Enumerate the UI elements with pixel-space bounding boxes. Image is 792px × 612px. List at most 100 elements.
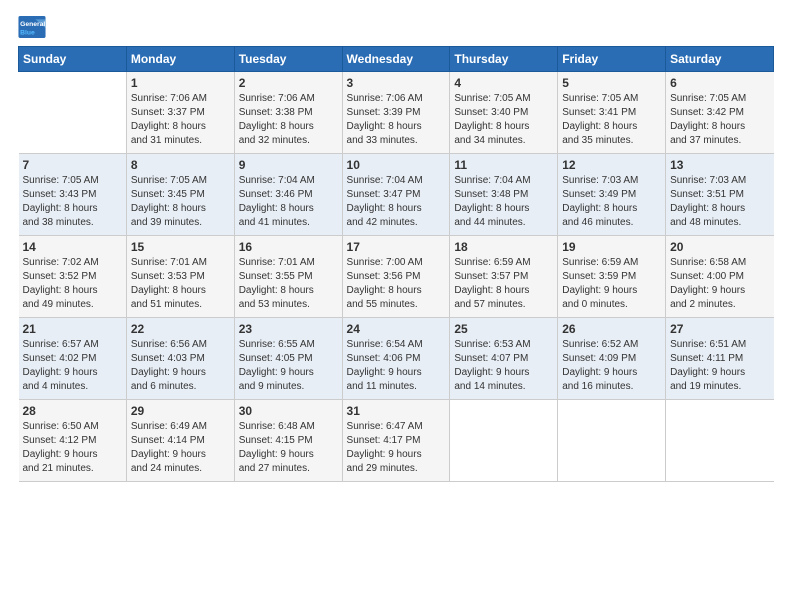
cell-info: Sunrise: 7:06 AM Sunset: 3:39 PM Dayligh…: [347, 92, 446, 148]
day-number: 9: [239, 158, 338, 172]
cell-info: Sunrise: 6:59 AM Sunset: 3:59 PM Dayligh…: [562, 256, 661, 312]
day-number: 11: [454, 158, 553, 172]
cell-info: Sunrise: 7:05 AM Sunset: 3:43 PM Dayligh…: [23, 174, 122, 230]
calendar-cell: 31 Sunrise: 6:47 AM Sunset: 4:17 PM Dayli…: [342, 400, 450, 482]
day-number: 21: [23, 322, 122, 336]
calendar-cell: 4 Sunrise: 7:05 AM Sunset: 3:40 PM Daylig…: [450, 72, 558, 154]
day-number: 17: [347, 240, 446, 254]
calendar-table: SundayMondayTuesdayWednesdayThursdayFrid…: [18, 46, 774, 482]
day-number: 4: [454, 76, 553, 90]
col-header-thursday: Thursday: [450, 47, 558, 72]
day-number: 28: [23, 404, 122, 418]
day-number: 31: [347, 404, 446, 418]
day-number: 14: [23, 240, 122, 254]
calendar-cell: 24 Sunrise: 6:54 AM Sunset: 4:06 PM Dayli…: [342, 318, 450, 400]
cell-info: Sunrise: 6:50 AM Sunset: 4:12 PM Dayligh…: [23, 420, 122, 476]
cell-info: Sunrise: 7:05 AM Sunset: 3:42 PM Dayligh…: [670, 92, 769, 148]
day-number: 27: [670, 322, 769, 336]
day-number: 7: [23, 158, 122, 172]
day-number: 3: [347, 76, 446, 90]
calendar-cell: 18 Sunrise: 6:59 AM Sunset: 3:57 PM Dayli…: [450, 236, 558, 318]
col-header-wednesday: Wednesday: [342, 47, 450, 72]
cell-info: Sunrise: 6:54 AM Sunset: 4:06 PM Dayligh…: [347, 338, 446, 394]
cell-info: Sunrise: 6:53 AM Sunset: 4:07 PM Dayligh…: [454, 338, 553, 394]
week-row-2: 7 Sunrise: 7:05 AM Sunset: 3:43 PM Daylig…: [19, 154, 774, 236]
calendar-cell: 17 Sunrise: 7:00 AM Sunset: 3:56 PM Dayli…: [342, 236, 450, 318]
cell-info: Sunrise: 6:47 AM Sunset: 4:17 PM Dayligh…: [347, 420, 446, 476]
cell-info: Sunrise: 7:05 AM Sunset: 3:40 PM Dayligh…: [454, 92, 553, 148]
day-number: 19: [562, 240, 661, 254]
cell-info: Sunrise: 7:04 AM Sunset: 3:48 PM Dayligh…: [454, 174, 553, 230]
calendar-cell: 7 Sunrise: 7:05 AM Sunset: 3:43 PM Daylig…: [19, 154, 127, 236]
calendar-cell: 8 Sunrise: 7:05 AM Sunset: 3:45 PM Daylig…: [126, 154, 234, 236]
cell-info: Sunrise: 7:02 AM Sunset: 3:52 PM Dayligh…: [23, 256, 122, 312]
col-header-tuesday: Tuesday: [234, 47, 342, 72]
day-number: 13: [670, 158, 769, 172]
day-number: 1: [131, 76, 230, 90]
day-number: 12: [562, 158, 661, 172]
week-row-4: 21 Sunrise: 6:57 AM Sunset: 4:02 PM Dayli…: [19, 318, 774, 400]
cell-info: Sunrise: 6:57 AM Sunset: 4:02 PM Dayligh…: [23, 338, 122, 394]
calendar-cell: 14 Sunrise: 7:02 AM Sunset: 3:52 PM Dayli…: [19, 236, 127, 318]
cell-info: Sunrise: 7:05 AM Sunset: 3:45 PM Dayligh…: [131, 174, 230, 230]
day-number: 2: [239, 76, 338, 90]
cell-info: Sunrise: 7:03 AM Sunset: 3:49 PM Dayligh…: [562, 174, 661, 230]
calendar-cell: [19, 72, 127, 154]
calendar-cell: 12 Sunrise: 7:03 AM Sunset: 3:49 PM Dayli…: [558, 154, 666, 236]
day-number: 26: [562, 322, 661, 336]
cell-info: Sunrise: 7:01 AM Sunset: 3:53 PM Dayligh…: [131, 256, 230, 312]
calendar-cell: 2 Sunrise: 7:06 AM Sunset: 3:38 PM Daylig…: [234, 72, 342, 154]
calendar-cell: 21 Sunrise: 6:57 AM Sunset: 4:02 PM Dayli…: [19, 318, 127, 400]
calendar-cell: 13 Sunrise: 7:03 AM Sunset: 3:51 PM Dayli…: [666, 154, 774, 236]
col-header-saturday: Saturday: [666, 47, 774, 72]
calendar-cell: [666, 400, 774, 482]
calendar-cell: [558, 400, 666, 482]
day-number: 23: [239, 322, 338, 336]
cell-info: Sunrise: 6:51 AM Sunset: 4:11 PM Dayligh…: [670, 338, 769, 394]
calendar-header-row: SundayMondayTuesdayWednesdayThursdayFrid…: [19, 47, 774, 72]
cell-info: Sunrise: 6:59 AM Sunset: 3:57 PM Dayligh…: [454, 256, 553, 312]
svg-text:Blue: Blue: [20, 30, 35, 37]
calendar-cell: 10Sunrise: 7:04 AM Sunset: 3:47 PM Dayli…: [342, 154, 450, 236]
logo: General Blue: [18, 16, 50, 38]
day-number: 25: [454, 322, 553, 336]
logo-icon: General Blue: [18, 16, 46, 38]
calendar-cell: 23 Sunrise: 6:55 AM Sunset: 4:05 PM Dayli…: [234, 318, 342, 400]
calendar-cell: 1 Sunrise: 7:06 AM Sunset: 3:37 PM Daylig…: [126, 72, 234, 154]
cell-info: Sunrise: 7:03 AM Sunset: 3:51 PM Dayligh…: [670, 174, 769, 230]
day-number: 15: [131, 240, 230, 254]
calendar-cell: 3 Sunrise: 7:06 AM Sunset: 3:39 PM Daylig…: [342, 72, 450, 154]
calendar-cell: 15 Sunrise: 7:01 AM Sunset: 3:53 PM Dayli…: [126, 236, 234, 318]
calendar-cell: 22Sunrise: 6:56 AM Sunset: 4:03 PM Dayli…: [126, 318, 234, 400]
svg-text:General: General: [20, 21, 45, 28]
header: General Blue: [18, 16, 774, 38]
calendar-body: 1 Sunrise: 7:06 AM Sunset: 3:37 PM Daylig…: [19, 72, 774, 482]
cell-info: Sunrise: 7:00 AM Sunset: 3:56 PM Dayligh…: [347, 256, 446, 312]
day-number: 24: [347, 322, 446, 336]
calendar-cell: 5Sunrise: 7:05 AM Sunset: 3:41 PM Daylig…: [558, 72, 666, 154]
week-row-5: 28 Sunrise: 6:50 AM Sunset: 4:12 PM Dayli…: [19, 400, 774, 482]
day-number: 5: [562, 76, 661, 90]
day-number: 8: [131, 158, 230, 172]
cell-info: Sunrise: 6:56 AM Sunset: 4:03 PM Dayligh…: [131, 338, 230, 394]
cell-info: Sunrise: 6:49 AM Sunset: 4:14 PM Dayligh…: [131, 420, 230, 476]
calendar-cell: 26 Sunrise: 6:52 AM Sunset: 4:09 PM Dayli…: [558, 318, 666, 400]
calendar-cell: 25 Sunrise: 6:53 AM Sunset: 4:07 PM Dayli…: [450, 318, 558, 400]
col-header-sunday: Sunday: [19, 47, 127, 72]
calendar-cell: 27 Sunrise: 6:51 AM Sunset: 4:11 PM Dayli…: [666, 318, 774, 400]
cell-info: Sunrise: 6:55 AM Sunset: 4:05 PM Dayligh…: [239, 338, 338, 394]
cell-info: Sunrise: 7:04 AM Sunset: 3:47 PM Dayligh…: [347, 174, 446, 230]
calendar-cell: 16 Sunrise: 7:01 AM Sunset: 3:55 PM Dayli…: [234, 236, 342, 318]
day-number: 16: [239, 240, 338, 254]
cell-info: Sunrise: 7:06 AM Sunset: 3:38 PM Dayligh…: [239, 92, 338, 148]
calendar-cell: 19 Sunrise: 6:59 AM Sunset: 3:59 PM Dayli…: [558, 236, 666, 318]
calendar-cell: 20Sunrise: 6:58 AM Sunset: 4:00 PM Dayli…: [666, 236, 774, 318]
week-row-3: 14 Sunrise: 7:02 AM Sunset: 3:52 PM Dayli…: [19, 236, 774, 318]
calendar-cell: 28 Sunrise: 6:50 AM Sunset: 4:12 PM Dayli…: [19, 400, 127, 482]
cell-info: Sunrise: 6:52 AM Sunset: 4:09 PM Dayligh…: [562, 338, 661, 394]
cell-info: Sunrise: 7:01 AM Sunset: 3:55 PM Dayligh…: [239, 256, 338, 312]
day-number: 30: [239, 404, 338, 418]
cell-info: Sunrise: 6:48 AM Sunset: 4:15 PM Dayligh…: [239, 420, 338, 476]
cell-info: Sunrise: 7:06 AM Sunset: 3:37 PM Dayligh…: [131, 92, 230, 148]
day-number: 18: [454, 240, 553, 254]
